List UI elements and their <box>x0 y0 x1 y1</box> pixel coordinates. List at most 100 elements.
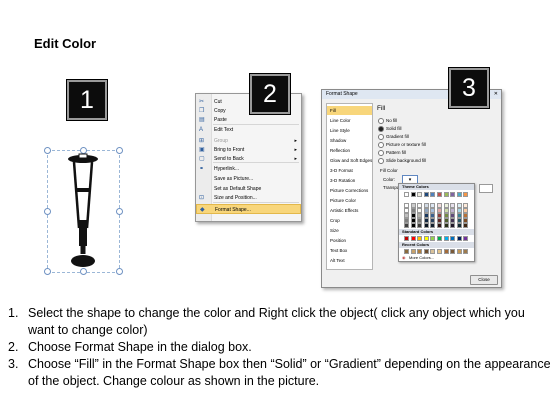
group-icon: ⊞ <box>199 138 205 144</box>
step-number: 1. <box>8 306 19 320</box>
color-swatch[interactable] <box>430 249 436 254</box>
color-wheel-icon: ◉ <box>402 255 406 260</box>
dialog-nav-item-crop[interactable]: Crop <box>327 216 372 225</box>
fill-option-label: Pattern fill <box>386 150 407 155</box>
fill-option-gradient-fill[interactable]: Gradient fill <box>378 133 409 140</box>
dialog-nav-item-size[interactable]: Size <box>327 226 372 235</box>
color-swatch[interactable] <box>443 249 449 254</box>
color-swatch[interactable] <box>456 236 462 241</box>
fill-option-slide-background-fill[interactable]: Slide background fill <box>378 157 426 164</box>
instruction-step: 2. Choose Format Shape in the dialog box. <box>8 339 553 356</box>
fill-option-solid-fill[interactable]: Solid fill <box>378 125 402 132</box>
menu-separator <box>213 124 299 125</box>
color-swatch[interactable] <box>456 223 462 228</box>
dialog-nav-item-reflection[interactable]: Reflection <box>327 146 372 155</box>
dialog-nav: Fill Line Color Line Style Shadow Reflection… <box>326 103 373 270</box>
color-swatch[interactable] <box>410 192 416 197</box>
radio-button[interactable] <box>378 133 384 140</box>
radio-button[interactable] <box>378 157 384 164</box>
dialog-nav-item-position[interactable]: Position <box>327 236 372 245</box>
color-swatch[interactable] <box>423 236 429 241</box>
dialog-nav-item-3-d-format[interactable]: 3-D Format <box>327 166 372 175</box>
color-swatch[interactable] <box>430 236 436 241</box>
radio-button[interactable] <box>378 117 384 124</box>
color-swatch[interactable] <box>443 236 449 241</box>
color-swatch[interactable] <box>463 249 469 254</box>
color-swatch[interactable] <box>456 249 462 254</box>
color-swatch[interactable] <box>410 223 416 228</box>
dialog-nav-item-shadow[interactable]: Shadow <box>327 136 372 145</box>
color-swatch[interactable] <box>404 223 409 228</box>
color-swatch[interactable] <box>450 223 456 228</box>
step-badge-2: 2 <box>250 74 290 114</box>
fill-option-pattern-fill[interactable]: Pattern fill <box>378 149 406 156</box>
fill-option-no-fill[interactable]: No fill <box>378 117 397 124</box>
color-swatch[interactable] <box>450 249 456 254</box>
color-swatch[interactable] <box>404 236 409 241</box>
transparency-spinner[interactable] <box>479 184 493 193</box>
dialog-nav-item-artistic-effects[interactable]: Artistic Effects <box>327 206 372 215</box>
radio-button[interactable] <box>378 125 384 132</box>
color-swatch[interactable] <box>456 192 462 197</box>
step-number: 3. <box>8 357 19 371</box>
hyperlink-icon: ⚭ <box>199 166 205 172</box>
color-swatch[interactable] <box>417 192 423 197</box>
fill-option-picture-or-texture-fill[interactable]: Picture or texture fill <box>378 141 426 148</box>
color-swatch[interactable] <box>437 249 442 254</box>
color-swatch[interactable] <box>410 236 416 241</box>
color-swatch[interactable] <box>423 192 429 197</box>
color-swatch[interactable] <box>404 249 409 254</box>
menu-item-label: Edit Text <box>214 127 234 133</box>
color-swatch[interactable] <box>463 223 469 228</box>
color-swatch[interactable] <box>443 223 449 228</box>
color-swatch[interactable] <box>463 236 469 241</box>
paste-icon: ▤ <box>199 117 205 123</box>
close-button[interactable]: Close <box>470 275 498 285</box>
dialog-nav-item-picture-color[interactable]: Picture Color <box>327 196 372 205</box>
color-swatch[interactable] <box>417 249 423 254</box>
color-swatch[interactable] <box>404 192 409 197</box>
dialog-nav-item-line-style[interactable]: Line Style <box>327 126 372 135</box>
dialog-nav-item-fill[interactable]: Fill <box>327 106 372 115</box>
dialog-nav-item-line-color[interactable]: Line Color <box>327 116 372 125</box>
color-swatch[interactable] <box>430 223 436 228</box>
color-swatch[interactable] <box>437 192 442 197</box>
crutch-shape[interactable] <box>48 148 118 272</box>
edit-text-icon: A <box>199 127 204 133</box>
color-swatch[interactable] <box>423 249 429 254</box>
menu-item-hyperlink[interactable]: ⚭ Hyperlink... <box>196 164 301 174</box>
standard-colors-label: Standard Colors <box>399 229 474 235</box>
radio-button[interactable] <box>378 149 384 156</box>
dialog-nav-item-alt-text[interactable]: Alt Text <box>327 256 372 265</box>
menu-item-save-as-picture[interactable]: Save as Picture... <box>196 174 301 184</box>
color-swatch[interactable] <box>450 192 456 197</box>
cut-icon: ✂ <box>199 99 205 105</box>
page-title: Edit Color <box>34 36 97 51</box>
format-shape-dialog: Format Shape ✕ Fill Line Color Line Style S… <box>321 89 502 288</box>
color-swatch[interactable] <box>430 192 436 197</box>
color-swatch[interactable] <box>443 192 449 197</box>
color-swatch[interactable] <box>437 223 442 228</box>
more-colors-link[interactable]: More Colors... <box>409 255 434 260</box>
color-swatch[interactable] <box>417 223 423 228</box>
dialog-nav-item-text-box[interactable]: Text Box <box>327 246 372 255</box>
color-swatch[interactable] <box>417 236 423 241</box>
color-swatch[interactable] <box>410 249 416 254</box>
color-swatch[interactable] <box>450 236 456 241</box>
recent-colors-label: Recent Colors <box>399 242 474 248</box>
dialog-nav-item-picture-corrections[interactable]: Picture Corrections <box>327 186 372 195</box>
menu-item-edit-text[interactable]: A Edit Text <box>196 125 301 135</box>
menu-item-format-shape[interactable]: ◆ Format Shape... <box>196 204 301 214</box>
color-swatch[interactable] <box>463 192 469 197</box>
step-badge-3: 3 <box>449 68 489 108</box>
color-swatch[interactable] <box>423 223 429 228</box>
copy-icon: ❐ <box>199 108 205 114</box>
dialog-close-icon[interactable]: ✕ <box>494 90 498 99</box>
fill-option-label: Slide background fill <box>386 158 427 163</box>
dialog-nav-item-glow-and-soft-edges[interactable]: Glow and Soft Edges <box>327 156 372 165</box>
radio-button[interactable] <box>378 141 384 148</box>
step-text: Choose “Fill” in the Format Shape box th… <box>28 357 551 388</box>
send-back-icon: ▢ <box>199 156 205 162</box>
dialog-nav-item-3-d-rotation[interactable]: 3-D Rotation <box>327 176 372 185</box>
color-swatch[interactable] <box>437 236 442 241</box>
